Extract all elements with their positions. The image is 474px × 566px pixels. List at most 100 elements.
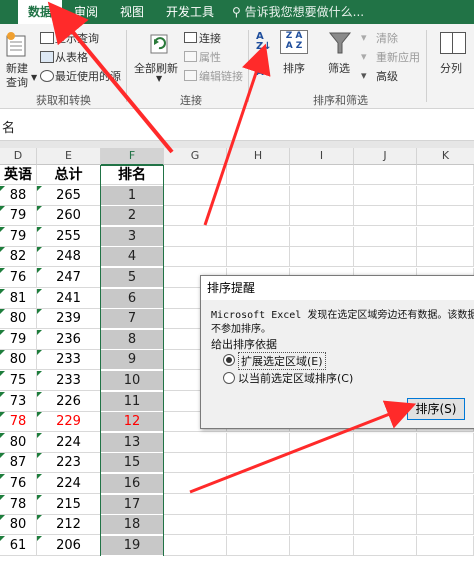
empty-cell[interactable] <box>227 206 290 227</box>
table-cell[interactable]: 87 <box>0 453 37 474</box>
empty-cell[interactable] <box>354 226 417 247</box>
tab-data[interactable]: 数据 <box>18 0 62 24</box>
column-header-h[interactable]: H <box>227 148 290 165</box>
table-cell[interactable]: 255 <box>37 226 101 247</box>
empty-cell[interactable] <box>354 535 417 556</box>
empty-cell[interactable] <box>227 474 290 494</box>
empty-cell[interactable] <box>164 535 227 556</box>
from-table-button[interactable]: 从表格 <box>55 49 88 65</box>
empty-cell[interactable] <box>164 247 227 268</box>
empty-cell[interactable] <box>164 453 227 474</box>
table-cell[interactable]: 260 <box>37 206 101 227</box>
table-cell[interactable]: 226 <box>37 391 101 412</box>
empty-cell[interactable] <box>227 247 290 268</box>
empty-cell[interactable] <box>354 206 417 227</box>
column-header-e[interactable]: E <box>37 148 101 165</box>
table-cell[interactable]: 88 <box>0 185 37 206</box>
column-header-i[interactable]: I <box>290 148 354 165</box>
tab-view[interactable]: 视图 <box>112 0 152 24</box>
empty-cell[interactable] <box>417 185 474 206</box>
empty-cell[interactable] <box>227 185 290 206</box>
empty-cell[interactable] <box>227 494 290 515</box>
header-cell-d[interactable]: 英语 <box>0 165 37 185</box>
table-cell[interactable]: 82 <box>0 247 37 268</box>
rank-cell[interactable]: 10 <box>101 371 164 391</box>
empty-cell[interactable] <box>164 226 227 247</box>
advanced-button[interactable]: 高级 <box>376 68 398 84</box>
empty-cell[interactable] <box>290 535 354 556</box>
empty-cell[interactable] <box>290 432 354 453</box>
empty-cell[interactable] <box>164 515 227 536</box>
empty-cell[interactable] <box>164 432 227 453</box>
empty-cell[interactable] <box>290 185 354 206</box>
empty-cell[interactable] <box>164 494 227 515</box>
table-cell[interactable]: 248 <box>37 247 101 268</box>
table-cell[interactable]: 223 <box>37 453 101 474</box>
table-cell[interactable]: 78 <box>0 412 37 433</box>
empty-cell[interactable] <box>290 206 354 227</box>
table-cell[interactable]: 79 <box>0 206 37 227</box>
current-selection-radio[interactable] <box>223 372 235 384</box>
rank-cell[interactable]: 19 <box>101 535 164 556</box>
empty-cell[interactable] <box>164 165 227 185</box>
empty-cell[interactable] <box>227 535 290 556</box>
empty-cell[interactable] <box>227 515 290 536</box>
table-cell[interactable]: 247 <box>37 268 101 288</box>
rank-cell[interactable]: 4 <box>101 247 164 268</box>
table-cell[interactable]: 215 <box>37 494 101 515</box>
empty-cell[interactable] <box>290 453 354 474</box>
sort-ascending-icon[interactable]: A Z↓ <box>256 32 272 52</box>
empty-cell[interactable] <box>354 185 417 206</box>
table-cell[interactable]: 233 <box>37 371 101 391</box>
rank-cell[interactable]: 17 <box>101 494 164 515</box>
tab-developer[interactable]: 开发工具 <box>158 0 222 24</box>
empty-cell[interactable] <box>290 247 354 268</box>
rank-cell[interactable]: 3 <box>101 226 164 247</box>
table-cell[interactable]: 80 <box>0 350 37 371</box>
empty-cell[interactable] <box>227 453 290 474</box>
tell-me-box[interactable]: ⚲ 告诉我您想要做什么... <box>232 0 364 24</box>
column-header-j[interactable]: J <box>354 148 417 165</box>
rank-cell[interactable]: 2 <box>101 206 164 227</box>
empty-cell[interactable] <box>164 206 227 227</box>
empty-cell[interactable] <box>417 515 474 536</box>
recent-sources-button[interactable]: 最近使用的源 <box>55 68 121 84</box>
table-cell[interactable]: 80 <box>0 309 37 330</box>
reapply-button[interactable]: 重新应用 <box>376 49 420 65</box>
rank-cell[interactable]: 7 <box>101 309 164 330</box>
table-cell[interactable]: 224 <box>37 432 101 453</box>
empty-cell[interactable] <box>417 494 474 515</box>
table-cell[interactable]: 224 <box>37 474 101 494</box>
expand-selection-label[interactable]: 扩展选定区域(E) <box>238 352 326 370</box>
column-header-d[interactable]: D <box>0 148 37 165</box>
empty-cell[interactable] <box>417 165 474 185</box>
empty-cell[interactable] <box>417 453 474 474</box>
column-header-f[interactable]: F <box>101 148 164 166</box>
table-cell[interactable]: 73 <box>0 391 37 412</box>
column-header-k[interactable]: K <box>417 148 474 165</box>
table-cell[interactable]: 79 <box>0 226 37 247</box>
rank-cell[interactable]: 8 <box>101 329 164 350</box>
clear-button[interactable]: 清除 <box>376 30 398 46</box>
rank-cell[interactable]: 13 <box>101 432 164 453</box>
empty-cell[interactable] <box>290 515 354 536</box>
connections-button[interactable]: 连接 <box>199 30 221 46</box>
empty-cell[interactable] <box>354 515 417 536</box>
rank-cell[interactable]: 6 <box>101 288 164 309</box>
show-query-button[interactable]: 显示查询 <box>55 30 99 46</box>
table-cell[interactable]: 75 <box>0 371 37 391</box>
empty-cell[interactable] <box>354 494 417 515</box>
empty-cell[interactable] <box>164 474 227 494</box>
rank-cell[interactable]: 11 <box>101 391 164 412</box>
empty-cell[interactable] <box>417 226 474 247</box>
table-cell[interactable]: 80 <box>0 432 37 453</box>
empty-cell[interactable] <box>417 474 474 494</box>
filter-button[interactable]: 筛选 <box>328 60 350 76</box>
empty-cell[interactable] <box>417 247 474 268</box>
empty-cell[interactable] <box>227 432 290 453</box>
edit-links-button[interactable]: 编辑链接 <box>199 68 243 84</box>
table-cell[interactable]: 239 <box>37 309 101 330</box>
properties-button[interactable]: 属性 <box>199 49 221 65</box>
empty-cell[interactable] <box>417 432 474 453</box>
rank-cell[interactable]: 1 <box>101 185 164 206</box>
